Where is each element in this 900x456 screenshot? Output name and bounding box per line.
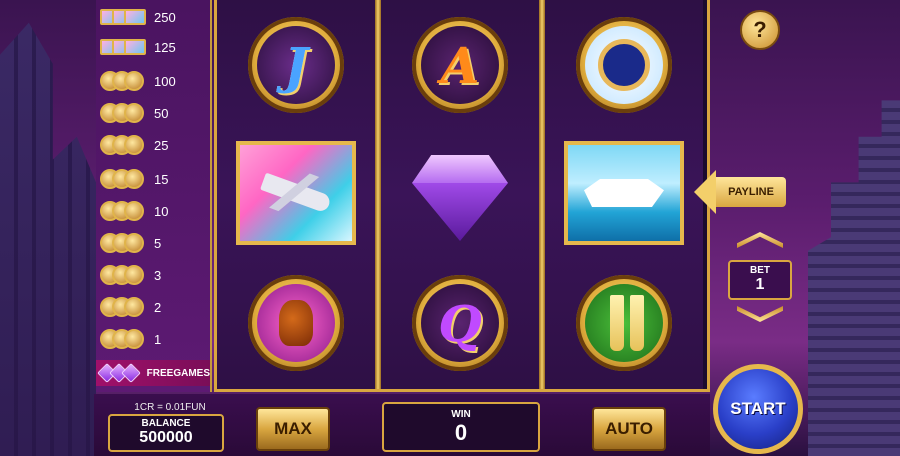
symbol-diamond <box>400 138 520 248</box>
yacht-icon <box>100 36 146 58</box>
paytable-row: 3 <box>100 262 210 288</box>
money-icon <box>100 70 146 92</box>
paytable-value: 15 <box>154 171 169 187</box>
letter-j-icon <box>100 328 146 350</box>
watch-icon <box>100 102 146 124</box>
symbol-letter-a: A <box>400 10 520 120</box>
chevron-up-icon <box>737 232 783 248</box>
reel-3 <box>545 0 703 389</box>
champagne-icon <box>100 168 146 190</box>
paytable-value: 10 <box>154 203 169 219</box>
yacht-picture <box>564 141 684 245</box>
paytable-value: 5 <box>154 235 162 251</box>
symbol-letter-q: Q <box>400 268 520 378</box>
letter-a-icon <box>100 232 146 254</box>
champagne-picture <box>585 284 663 362</box>
paytable-row: 15 <box>100 166 210 192</box>
jet-picture <box>236 141 356 245</box>
letter-j-glyph: J <box>257 26 335 104</box>
paytable-row: 125 <box>100 34 210 60</box>
diamond-icon <box>97 362 141 384</box>
paytable-row-freegames: FREEGAMES <box>96 360 210 386</box>
bet-display: BET 1 <box>728 260 792 300</box>
paytable-row: 2 <box>100 294 210 320</box>
letter-q-glyph: Q <box>421 284 499 362</box>
city-skyline-left <box>0 22 96 456</box>
paytable-value: FREEGAMES <box>146 367 210 379</box>
letter-a-glyph: A <box>421 26 499 104</box>
symbol-private-jet <box>236 138 356 248</box>
coin-icon <box>100 200 146 222</box>
balance-display: BALANCE 500000 <box>108 414 224 452</box>
letter-q-icon <box>100 296 146 318</box>
help-button[interactable]: ? <box>740 10 780 50</box>
paytable-row: 10 <box>100 198 210 224</box>
watch-picture <box>585 26 663 104</box>
balance-value: 500000 <box>139 429 193 446</box>
reel-1: J <box>217 0 375 389</box>
symbol-cognac <box>236 268 356 378</box>
cognac-icon <box>100 134 146 156</box>
payline-indicator: PAYLINE <box>694 170 786 214</box>
bet-label: BET <box>750 265 770 276</box>
win-value: 0 <box>454 420 468 445</box>
paytable-value: 2 <box>154 299 162 315</box>
symbol-champagne <box>564 268 684 378</box>
paytable-row: 1 <box>100 326 210 352</box>
payline-label: PAYLINE <box>716 177 786 207</box>
bet-decrease-button[interactable] <box>728 302 792 326</box>
paytable-value: 100 <box>154 73 176 89</box>
max-bet-button[interactable]: MAX <box>256 407 330 451</box>
autoplay-button[interactable]: AUTO <box>592 407 666 451</box>
chevron-down-icon <box>737 306 783 322</box>
win-display: WIN 0 <box>382 402 540 452</box>
paytable-value: 125 <box>154 39 176 55</box>
paytable-value: 25 <box>154 137 169 153</box>
paytable: 250 125 100 50 25 15 10 5 3 2 1 FREEGAME… <box>96 0 212 392</box>
paytable-row: 25 <box>100 132 210 158</box>
symbol-yacht <box>564 138 684 248</box>
arrow-left-icon <box>694 170 716 214</box>
paytable-value: 3 <box>154 267 162 283</box>
paytable-value: 1 <box>154 331 162 347</box>
reel-2: A Q <box>381 0 539 389</box>
paytable-value: 250 <box>154 9 176 25</box>
bet-increase-button[interactable] <box>728 228 792 252</box>
jet-icon <box>100 6 146 28</box>
paytable-value: 50 <box>154 105 169 121</box>
paytable-row: 5 <box>100 230 210 256</box>
reels-area: J A Q <box>214 0 710 392</box>
diamond-picture <box>412 145 508 241</box>
credit-rate: 1CR = 0.01FUN <box>134 402 206 413</box>
symbol-watch <box>564 10 684 120</box>
bet-value: 1 <box>755 276 765 293</box>
cognac-picture <box>257 284 335 362</box>
win-label: WIN <box>451 409 471 420</box>
city-skyline-right <box>808 100 900 456</box>
paytable-row: 250 <box>100 4 210 30</box>
start-button[interactable]: START <box>713 364 803 454</box>
letter-k-icon <box>100 264 146 286</box>
balance-label: BALANCE <box>141 418 191 429</box>
paytable-row: 50 <box>100 100 210 126</box>
symbol-letter-j: J <box>236 10 356 120</box>
paytable-row: 100 <box>100 68 210 94</box>
